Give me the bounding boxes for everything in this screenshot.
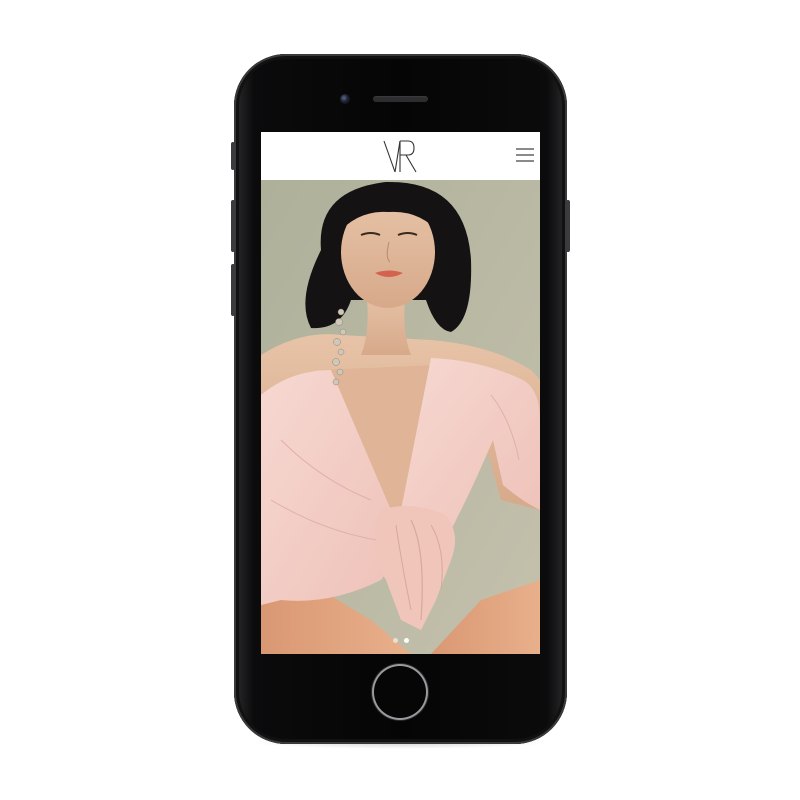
stage [0,0,800,800]
mute-switch [231,142,235,170]
volume-up-button [231,200,235,252]
front-camera [340,94,350,104]
phone-screen [261,132,540,654]
vr-logo-mark [383,140,417,173]
power-button [566,200,570,252]
hamburger-menu-icon[interactable] [514,144,536,166]
brand-logo[interactable] [379,136,421,176]
carousel-dot-active[interactable] [403,638,409,643]
hero-image[interactable] [261,180,540,654]
carousel-dot[interactable] [392,638,398,643]
volume-down-button [231,264,235,316]
carousel-dots [261,638,540,643]
site-header [261,132,540,180]
earpiece-speaker [373,96,428,102]
home-button[interactable] [374,666,426,718]
model-portrait [261,180,540,654]
phone-frame [231,54,570,744]
